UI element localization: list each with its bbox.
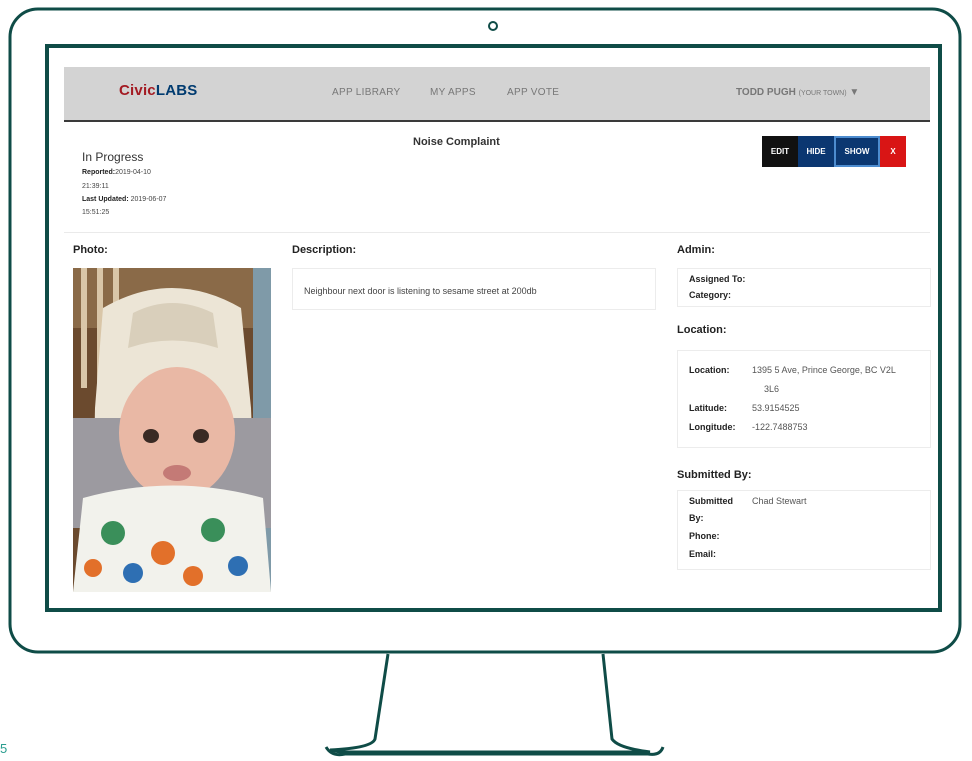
category-label: Category: (689, 290, 732, 300)
longitude-label: Longitude: (689, 422, 736, 432)
hide-button[interactable]: HIDE (798, 136, 834, 167)
email-label: Email: (689, 549, 717, 559)
civiclabs-logo[interactable]: CivicLABS (119, 82, 198, 99)
location-field-label: Location: (689, 365, 730, 375)
chevron-down-icon: ▼ (849, 87, 860, 98)
description-text: Neighbour next door is listening to sesa… (304, 286, 537, 296)
updated-date: 2019-06-07 (130, 196, 167, 203)
nav-my-apps[interactable]: MY APPS (430, 87, 476, 98)
status-text: In Progress (82, 150, 144, 164)
show-button[interactable]: SHOW (834, 136, 880, 167)
close-button[interactable]: X (880, 136, 906, 167)
description-label: Description: (292, 244, 357, 256)
reported-date: 2019-04-10 (115, 169, 151, 176)
nav-app-library[interactable]: APP LIBRARY (332, 87, 401, 98)
user-menu[interactable]: TODD PUGH (YOUR TOWN) ▼ (736, 87, 859, 98)
submitted-by-heading: Submitted By: (677, 469, 752, 481)
reported-time: 21:39:11 (82, 183, 109, 190)
submitted-by-label-2: By: (689, 513, 704, 523)
submitted-by-label-1: Submitted (689, 496, 733, 506)
location-address-line1: 1395 5 Ave, Prince George, BC V2L (752, 365, 896, 375)
report-title: Noise Complaint (413, 136, 500, 148)
location-heading: Location: (677, 324, 727, 336)
user-name: TODD PUGH (736, 87, 796, 98)
nav-app-vote[interactable]: APP VOTE (507, 87, 559, 98)
logo-civic: Civic (119, 82, 156, 99)
divider (64, 232, 930, 233)
updated-line: Last Updated: 2019-06-07 (82, 196, 166, 203)
photo-label: Photo: (73, 244, 108, 256)
complaint-photo[interactable] (73, 268, 271, 592)
submitted-by-value: Chad Stewart (752, 496, 807, 506)
logo-labs: LABS (155, 82, 198, 99)
action-buttons: EDIT HIDE SHOW X (762, 136, 906, 167)
latitude-label: Latitude: (689, 403, 727, 413)
baby-photo-image (73, 268, 271, 592)
longitude-value: -122.7488753 (752, 422, 808, 432)
page-number: 5 (0, 741, 8, 756)
updated-label: Last Updated: (82, 196, 129, 203)
edit-button[interactable]: EDIT (762, 136, 798, 167)
phone-label: Phone: (689, 531, 720, 541)
top-navbar: CivicLABS APP LIBRARY MY APPS APP VOTE T… (64, 67, 930, 122)
submitted-card: Submitted Chad Stewart By: Phone: Email: (677, 490, 931, 570)
location-card: Location: 1395 5 Ave, Prince George, BC … (677, 350, 931, 448)
assigned-to-label: Assigned To: (689, 274, 746, 284)
admin-label: Admin: (677, 244, 715, 256)
app-screen: CivicLABS APP LIBRARY MY APPS APP VOTE T… (53, 52, 937, 606)
latitude-value: 53.9154525 (752, 403, 800, 413)
updated-time: 15:51:25 (82, 209, 110, 216)
reported-label: Reported: (82, 169, 116, 176)
admin-card: Assigned To: Category: (677, 268, 931, 307)
user-town: (YOUR TOWN) (798, 90, 847, 97)
location-address-line2: 3L6 (764, 384, 780, 394)
description-card: Neighbour next door is listening to sesa… (292, 268, 656, 310)
reported-line: Reported:2019-04-10 (82, 169, 151, 176)
